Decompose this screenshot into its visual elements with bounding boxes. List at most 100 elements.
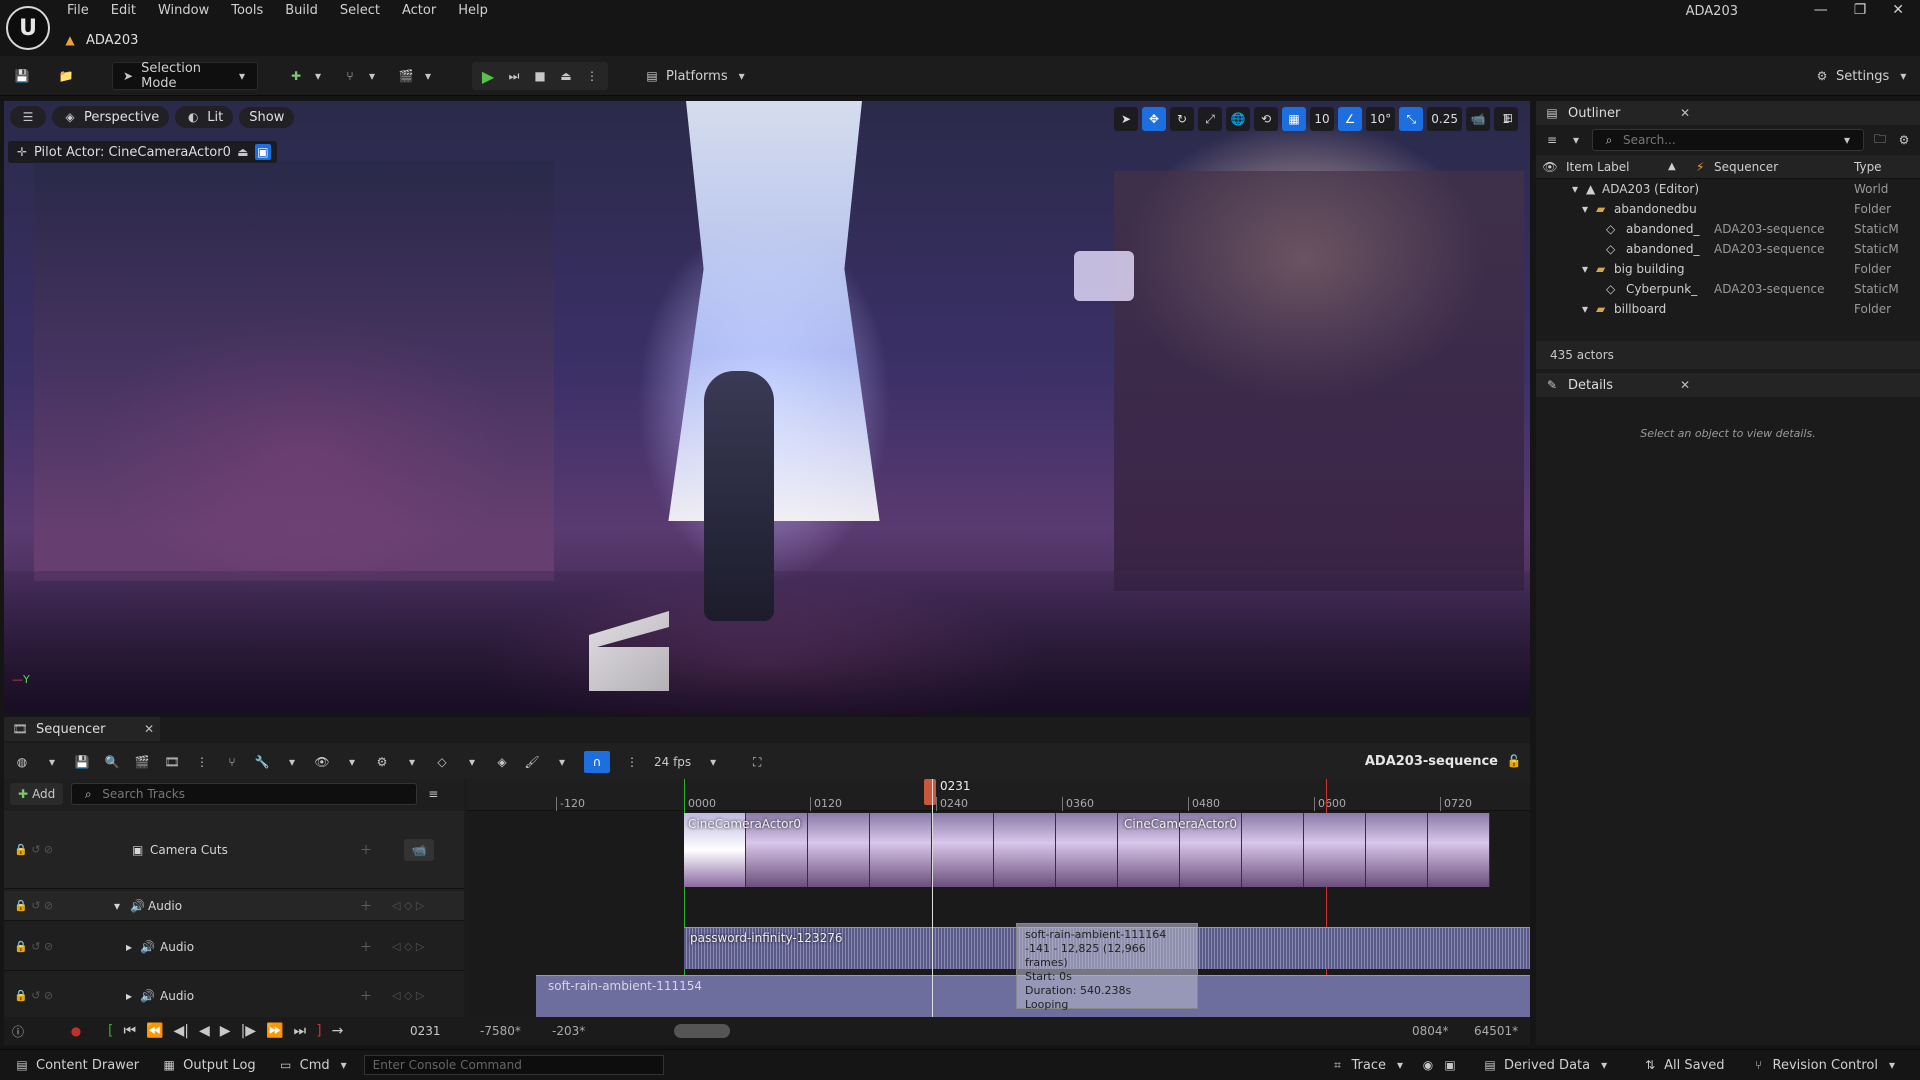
menu-tools[interactable]: Tools [220, 0, 274, 22]
trace-dropdown[interactable]: ⌗ Trace ▾ [1324, 1057, 1415, 1073]
console-input[interactable]: Enter Console Command [363, 1055, 664, 1075]
scale-tool-icon[interactable]: ⤢ [1198, 107, 1222, 131]
render-icon[interactable]: 🎬 [134, 754, 150, 770]
cinematics-icon[interactable]: 🎞 [164, 754, 180, 770]
next-key-icon[interactable]: ⏩ [266, 1023, 283, 1039]
column-item-label[interactable]: Item Label [1566, 160, 1630, 174]
rotation-snap-value[interactable]: 10° [1366, 107, 1396, 131]
unreal-logo-icon[interactable]: U [6, 6, 50, 50]
track-audio-group[interactable]: 🔒 ↺ ⊘ ▾ 🔊 Audio ＋ ◁ ◇ ▷ [4, 891, 464, 921]
derived-data-dropdown[interactable]: ▤ Derived Data ▾ [1476, 1057, 1618, 1073]
info-icon[interactable]: ⓘ [10, 1023, 26, 1039]
maximize-icon[interactable]: ❐ [1854, 2, 1867, 18]
step-icon[interactable]: ⏭ [506, 68, 522, 84]
eye-icon[interactable]: 👁 [1542, 159, 1558, 175]
project-tab[interactable]: ▲ ADA203 [62, 28, 138, 52]
settings-button[interactable]: ⚙ Settings ▾ [1814, 62, 1911, 90]
playhead-handle[interactable] [924, 779, 936, 805]
show-button[interactable]: Show [239, 106, 295, 128]
search-tracks-input[interactable]: ⌕ Search Tracks [71, 783, 418, 805]
lock-icon[interactable]: 🔓 [1506, 753, 1522, 769]
close-icon[interactable]: ✕ [1680, 106, 1690, 120]
stop-icon[interactable]: ■ [532, 68, 548, 84]
cmd-dropdown[interactable]: ▭ Cmd ▾ [272, 1057, 358, 1073]
screenshot-icon[interactable]: ▣ [1442, 1057, 1458, 1073]
outliner-row[interactable]: ▾ ▰ billboard Folder [1536, 299, 1920, 319]
more-options-icon[interactable]: ⋮ [194, 754, 210, 770]
time-ruler[interactable]: -120 0000 0120 0240 0360 0480 0600 0720 … [466, 779, 1530, 811]
add-section-icon[interactable]: ＋ [360, 897, 372, 914]
track-audio-1[interactable]: 🔒 ↺ ⊘ ▸ 🔊 Audio ＋ ◁ ◇ ▷ [4, 923, 464, 971]
rotate-tool-icon[interactable]: ↻ [1170, 107, 1194, 131]
close-icon[interactable]: ✕ [1892, 2, 1904, 18]
timeline-scrollbar[interactable] [674, 1024, 730, 1038]
jump-start-icon[interactable]: ⏮ [123, 1023, 136, 1039]
playback-options-icon[interactable]: ⚙ [374, 754, 390, 770]
scale-snap-icon[interactable]: ⤡ [1399, 107, 1424, 131]
play-reverse-icon[interactable]: ◀ [199, 1023, 210, 1039]
outliner-row[interactable]: ◇ abandoned_ ADA203-sequence StaticM [1536, 219, 1920, 239]
prev-frame-icon[interactable]: ◀| [174, 1023, 189, 1039]
menu-window[interactable]: Window [147, 0, 220, 22]
add-track-button[interactable]: ✚ Add [10, 783, 64, 805]
auto-key-icon[interactable]: ◈ [494, 754, 510, 770]
filter-icon[interactable]: ≡ [1544, 132, 1560, 148]
filter-icon[interactable]: ≡ [425, 786, 441, 802]
tab-sequencer[interactable]: 🎞 Sequencer ✕ [4, 717, 160, 741]
all-saved-button[interactable]: ⇅ All Saved [1636, 1057, 1730, 1073]
keyframe-nav-icon[interactable]: ◁ ◇ ▷ [392, 940, 424, 953]
track-controls[interactable]: 🔒 ↺ ⊘ [14, 940, 53, 953]
expand-icon[interactable]: ▾ [114, 899, 120, 913]
move-tool-icon[interactable]: ✥ [1142, 107, 1166, 131]
scale-snap-value[interactable]: 0.25 [1427, 107, 1462, 131]
keyframe-nav-icon[interactable]: ◁ ◇ ▷ [392, 899, 424, 912]
browse-icon[interactable]: 📁 [58, 62, 74, 90]
timeline-area[interactable]: -120 0000 0120 0240 0360 0480 0600 0720 … [466, 779, 1530, 1041]
close-icon[interactable]: ✕ [144, 722, 154, 736]
set-end-icon[interactable]: ] [316, 1023, 321, 1039]
more-options-icon[interactable]: ⋮ [584, 68, 600, 84]
record-trace-icon[interactable]: ◉ [1420, 1057, 1436, 1073]
close-icon[interactable]: ✕ [1680, 378, 1690, 392]
blueprint-icon[interactable]: ⑂ ▾ [342, 62, 380, 90]
expand-icon[interactable]: ▾ [1582, 262, 1588, 276]
outliner-row[interactable]: ▾ ▰ abandonedbu Folder [1536, 199, 1920, 219]
snap-options-icon[interactable]: ⋮ [624, 754, 640, 770]
current-frame-field[interactable]: 0231 [410, 1024, 441, 1038]
add-section-icon[interactable]: ＋ [360, 938, 372, 955]
chevron-down-icon[interactable]: ▾ [284, 754, 300, 770]
expand-icon[interactable]: ▾ [1572, 182, 1578, 196]
column-type[interactable]: Type [1854, 160, 1882, 174]
next-frame-icon[interactable]: |▶ [241, 1023, 256, 1039]
record-icon[interactable]: ● [68, 1023, 84, 1039]
view-range-end[interactable]: 64501* [1474, 1024, 1518, 1038]
grid-size-value[interactable]: 10 [1310, 107, 1334, 131]
jump-end-icon[interactable]: ⏭ [293, 1023, 306, 1039]
rotation-snap-icon[interactable]: ∠ [1338, 107, 1362, 131]
selection-mode-dropdown[interactable]: ➤ Selection Mode ▾ [112, 61, 258, 91]
tab-outliner[interactable]: ▤ Outliner ✕ [1536, 101, 1920, 125]
content-drawer-button[interactable]: ▤ Content Drawer [8, 1057, 145, 1073]
viewport-layout-icon[interactable]: ⊞ [1500, 110, 1516, 126]
find-asset-icon[interactable]: 🔍 [104, 754, 120, 770]
chevron-down-icon[interactable]: ▾ [404, 754, 420, 770]
key-icon[interactable]: ◇ [434, 754, 450, 770]
chevron-down-icon[interactable]: ▾ [44, 754, 60, 770]
menu-help[interactable]: Help [447, 0, 499, 22]
tab-details[interactable]: ✎ Details ✕ [1536, 373, 1920, 397]
set-start-icon[interactable]: [ [108, 1023, 113, 1039]
chevron-down-icon[interactable]: ▾ [705, 754, 721, 770]
minimize-icon[interactable]: — [1814, 2, 1828, 18]
expand-icon[interactable]: ▸ [126, 989, 132, 1003]
snap-magnet-icon[interactable]: ∩ [584, 751, 610, 773]
eject-pilot-icon[interactable]: ⏏ [235, 144, 251, 160]
chevron-down-icon[interactable]: ▾ [344, 754, 360, 770]
camera-actor-icon[interactable] [584, 711, 664, 713]
select-tool-icon[interactable]: ➤ [1114, 107, 1138, 131]
track-controls[interactable]: 🔒 ↺ ⊘ [14, 899, 53, 912]
add-section-icon[interactable]: ＋ [360, 841, 372, 858]
world-icon[interactable]: ◍ [14, 754, 30, 770]
viewport-menu-button[interactable]: ☰ [10, 106, 46, 128]
camera-lock-icon[interactable]: ▣ [254, 144, 271, 160]
eye-icon[interactable]: 👁 [314, 754, 330, 770]
